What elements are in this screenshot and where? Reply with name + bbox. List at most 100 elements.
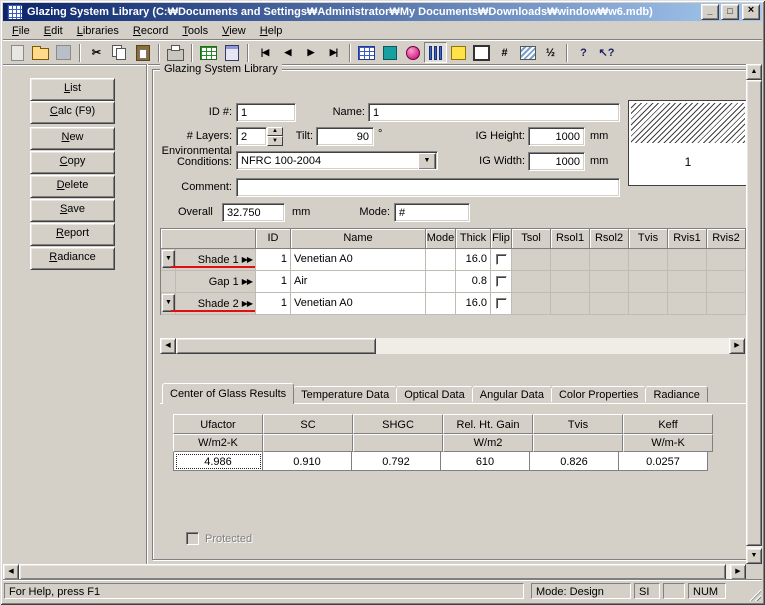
toolbar-environmental-conditions-button[interactable]: ½ [539, 42, 562, 63]
sidebar-divider [146, 64, 148, 564]
empty-cell [512, 249, 551, 271]
scroll-left-icon[interactable]: ◀ [160, 338, 176, 354]
toolbar-calc-button[interactable] [220, 42, 243, 63]
name-field[interactable]: 1 [368, 103, 620, 122]
copy-button[interactable]: Copy [30, 151, 115, 174]
scrollbar-thumb[interactable] [176, 338, 376, 354]
tab-radiance[interactable]: Radiance [645, 386, 707, 402]
toolbar-separator [247, 44, 249, 62]
shade1-name-cell[interactable]: Venetian A0 [291, 249, 426, 271]
toolbar-copy-button[interactable] [108, 42, 131, 63]
scroll-up-icon[interactable]: ▲ [746, 64, 762, 80]
save-button[interactable]: Save [30, 199, 115, 222]
env-conditions-combo[interactable]: NFRC 100-2004 ▼ [236, 151, 438, 170]
header-thick: Thick [456, 229, 491, 249]
layers-field[interactable]: 2 [236, 127, 267, 146]
maximize-button[interactable]: □ [721, 4, 739, 20]
menu-view[interactable]: View [215, 23, 253, 38]
tab-color-properties[interactable]: Color Properties [551, 386, 646, 402]
toolbar-glazing-system-library-button[interactable] [424, 42, 447, 63]
gap1-id-cell[interactable]: 1 [256, 271, 291, 293]
delete-button[interactable]: Delete [30, 175, 115, 198]
toolbar-window-library-button[interactable] [355, 42, 378, 63]
toolbar-next-record-button[interactable]: ▶ [299, 42, 322, 63]
comment-field[interactable] [236, 178, 620, 197]
toolbar-shade-library-button[interactable] [447, 42, 470, 63]
calc-button[interactable]: Calc (F9) [30, 101, 115, 124]
toolbar-list-button[interactable] [197, 42, 220, 63]
radiance-button[interactable]: Radiance [30, 247, 115, 270]
vertical-scrollbar[interactable]: ▲ ▼ [746, 64, 762, 564]
spinner-up-icon[interactable]: ▲ [267, 127, 283, 136]
toolbar-separator [79, 44, 81, 62]
toolbar-save-button[interactable] [52, 42, 75, 63]
toolbar-print-button[interactable] [164, 42, 187, 63]
gap1-detail-link[interactable]: Gap 1 ▶▶ [176, 271, 256, 293]
toolbar-frame-library-button[interactable] [470, 42, 493, 63]
annotation-underline-shade1 [171, 266, 255, 268]
toolbar-paste-button[interactable] [131, 42, 154, 63]
flip-checkbox[interactable] [496, 254, 507, 265]
menu-libraries[interactable]: Libraries [70, 23, 126, 38]
scroll-down-icon[interactable]: ▼ [746, 548, 762, 564]
scroll-left-icon[interactable]: ◀ [3, 564, 19, 580]
menu-help[interactable]: Help [253, 23, 290, 38]
shade1-id-cell[interactable]: 1 [256, 249, 291, 271]
toolbar-context-help-button[interactable]: ↖? [595, 42, 618, 63]
ig-width-field[interactable]: 1000 [528, 152, 585, 171]
shade2-mode-cell[interactable] [426, 293, 456, 315]
menu-edit[interactable]: Edit [37, 23, 70, 38]
id-field[interactable]: 1 [236, 103, 296, 122]
glass-library-icon [406, 46, 420, 60]
scroll-right-icon[interactable]: ▶ [730, 564, 746, 580]
toolbar-first-record-button[interactable]: |◀ [253, 42, 276, 63]
toolbar-previous-record-button[interactable]: ◀ [276, 42, 299, 63]
horizontal-scrollbar[interactable]: ◀ ▶ [3, 564, 746, 580]
shade1-thick-cell[interactable]: 16.0 [456, 249, 491, 271]
gap1-mode-cell[interactable] [426, 271, 456, 293]
toolbar-cut-button[interactable]: ✂ [85, 42, 108, 63]
gap1-name-cell[interactable]: Air [291, 271, 426, 293]
shade2-name-cell[interactable]: Venetian A0 [291, 293, 426, 315]
shade2-id-cell[interactable]: 1 [256, 293, 291, 315]
toolbar-spacer-library-button[interactable] [516, 42, 539, 63]
shade2-thick-cell[interactable]: 16.0 [456, 293, 491, 315]
spinner-down-icon[interactable]: ▼ [267, 136, 283, 146]
menu-tools[interactable]: Tools [175, 23, 215, 38]
new-button[interactable]: New [30, 127, 115, 150]
menu-file[interactable]: File [5, 23, 37, 38]
result-unit: W/m-K [623, 434, 713, 452]
tab-angular-data[interactable]: Angular Data [472, 386, 552, 402]
tilt-field[interactable]: 90 [316, 127, 374, 146]
report-button[interactable]: Report [30, 223, 115, 246]
tab-optical-data[interactable]: Optical Data [396, 386, 473, 402]
flip-checkbox[interactable] [496, 276, 507, 287]
gap1-thick-cell[interactable]: 0.8 [456, 271, 491, 293]
combo-dropdown-icon[interactable]: ▼ [418, 153, 436, 170]
minimize-button[interactable]: _ [701, 4, 719, 20]
overall-label: Overall [178, 206, 213, 218]
toolbar-gas-library-button[interactable] [378, 42, 401, 63]
scroll-right-icon[interactable]: ▶ [729, 338, 745, 354]
shade1-mode-cell[interactable] [426, 249, 456, 271]
layers-table-scrollbar[interactable]: ◀ ▶ [160, 338, 745, 354]
toolbar-last-record-button[interactable]: ▶| [322, 42, 345, 63]
tab-temperature-data[interactable]: Temperature Data [293, 386, 397, 402]
flip-checkbox[interactable] [496, 298, 507, 309]
resize-grip[interactable] [748, 588, 761, 601]
toolbar-new-button[interactable] [6, 42, 29, 63]
list-button[interactable]: List [30, 78, 115, 101]
menu-record[interactable]: Record [126, 23, 175, 38]
ig-height-label: IG Height: [455, 130, 525, 142]
toolbar-divider-library-button[interactable]: # [493, 42, 516, 63]
results-table: Ufactor SC SHGC Rel. Ht. Gain Tvis Keff … [173, 414, 713, 471]
toolbar-help-button[interactable]: ? [572, 42, 595, 63]
tab-center-of-glass-results[interactable]: Center of Glass Results [162, 383, 294, 404]
close-button[interactable]: × [742, 4, 760, 20]
scrollbar-thumb[interactable] [19, 564, 726, 580]
toolbar-open-button[interactable] [29, 42, 52, 63]
ig-height-field[interactable]: 1000 [528, 127, 585, 146]
scrollbar-thumb[interactable] [746, 80, 762, 546]
toolbar-glass-library-button[interactable] [401, 42, 424, 63]
overall-thickness-value: 32.750 [222, 203, 285, 222]
